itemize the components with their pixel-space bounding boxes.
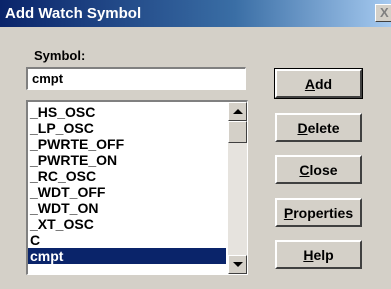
help-button[interactable]: Help [275, 240, 362, 269]
close-button-mnemonic: C [299, 161, 310, 178]
close-button-label: lose [309, 161, 338, 178]
scroll-down-button[interactable] [228, 255, 247, 274]
symbol-list-items: _HS_OSC _LP_OSC _PWRTE_OFF _PWRTE_ON _RC_OSC… [28, 104, 226, 264]
list-item[interactable]: _XT_OSC [28, 216, 226, 232]
properties-button[interactable]: Properties [275, 198, 362, 227]
list-item[interactable]: C [28, 232, 226, 248]
delete-button-label: elete [307, 119, 340, 136]
symbol-label: Symbol: [34, 48, 86, 63]
list-item[interactable]: _LP_OSC [28, 120, 226, 136]
properties-button-label: roperties [293, 204, 354, 221]
delete-button[interactable]: Delete [275, 113, 362, 142]
list-scrollbar[interactable] [228, 102, 247, 274]
list-item[interactable]: _RC_OSC [28, 168, 226, 184]
add-button-label: dd [315, 75, 333, 92]
arrow-up-icon [233, 109, 243, 114]
symbol-list[interactable]: _HS_OSC _LP_OSC _PWRTE_OFF _PWRTE_ON _RC_OSC… [26, 100, 248, 275]
list-item[interactable]: _WDT_ON [28, 200, 226, 216]
title-bar: Add Watch Symbol X [0, 0, 391, 27]
properties-button-mnemonic: P [283, 204, 294, 221]
close-button[interactable]: Close [275, 155, 362, 184]
list-item[interactable]: _PWRTE_ON [28, 152, 226, 168]
list-item[interactable]: _WDT_OFF [28, 184, 226, 200]
help-button-mnemonic: H [303, 246, 314, 263]
scroll-up-button[interactable] [228, 102, 247, 121]
scroll-thumb[interactable] [228, 121, 247, 143]
add-button[interactable]: Add [274, 68, 363, 99]
delete-button-mnemonic: D [297, 119, 308, 136]
close-window-button[interactable]: X [375, 4, 391, 22]
help-button-label: elp [313, 246, 334, 263]
list-item[interactable]: cmpt [28, 248, 226, 264]
arrow-down-icon [233, 262, 243, 267]
window-title: Add Watch Symbol [5, 5, 142, 22]
list-item[interactable]: _PWRTE_OFF [28, 136, 226, 152]
close-icon: X [380, 5, 389, 20]
add-button-mnemonic: A [304, 75, 315, 92]
symbol-input[interactable]: cmpt [26, 67, 246, 90]
list-item[interactable]: _HS_OSC [28, 104, 226, 120]
